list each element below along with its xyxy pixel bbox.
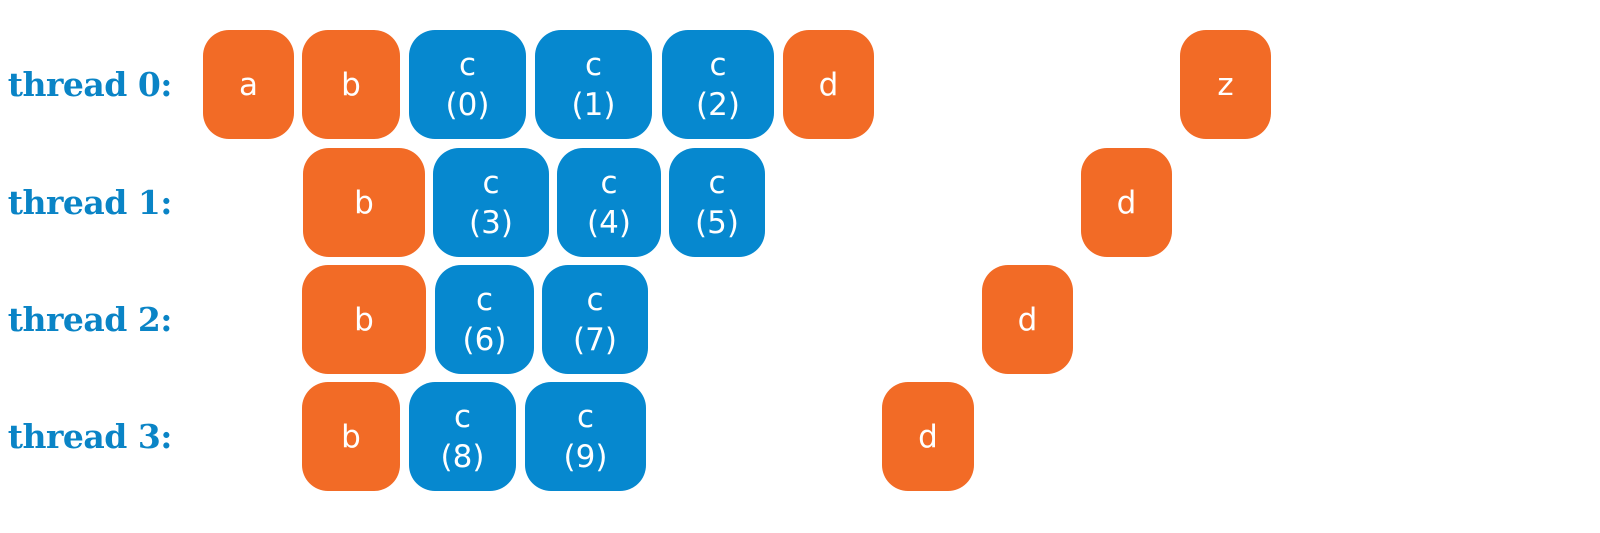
task-name: c [482, 164, 500, 201]
task-index: (8) [440, 438, 485, 475]
task-name: c [708, 164, 726, 201]
task-block-c: c (7) [542, 265, 648, 374]
task-name: c [586, 281, 604, 318]
task-block-z: z [1180, 30, 1271, 139]
task-block-c: c (5) [669, 148, 765, 257]
task-block-c: c (1) [535, 30, 652, 139]
task-block-d: d [882, 382, 974, 491]
task-name: b [354, 184, 374, 221]
task-name: c [576, 398, 595, 435]
task-name: d [1116, 184, 1137, 221]
task-name: z [1217, 66, 1234, 103]
task-name: b [354, 301, 374, 338]
task-index: (6) [462, 321, 507, 358]
thread-label: thread 3: [7, 416, 173, 456]
task-block-a: a [203, 30, 294, 139]
task-name: d [918, 418, 938, 455]
task-block-c: c (2) [662, 30, 774, 139]
task-name: c [600, 164, 618, 201]
task-index: (7) [573, 321, 617, 358]
task-index: (4) [587, 204, 631, 241]
thread-label: thread 0: [7, 64, 173, 104]
task-block-b: b [302, 30, 400, 139]
task-name: c [709, 46, 727, 83]
task-block-b: b [302, 265, 426, 374]
task-block-c: c (0) [409, 30, 526, 139]
task-name: d [1017, 301, 1038, 338]
task-name: b [341, 66, 361, 103]
thread-label: thread 2: [7, 299, 173, 339]
task-block-c: c (8) [409, 382, 516, 491]
task-name: c [584, 46, 603, 83]
task-block-b: b [302, 382, 400, 491]
task-block-c: c (6) [435, 265, 534, 374]
task-index: (3) [469, 204, 513, 241]
task-index: (1) [571, 86, 616, 123]
task-block-c: c (3) [433, 148, 549, 257]
task-block-c: c (9) [525, 382, 646, 491]
thread-label: thread 1: [7, 182, 173, 222]
task-block-c: c (4) [557, 148, 661, 257]
task-name: c [458, 46, 477, 83]
task-name: a [239, 66, 258, 103]
task-block-d: d [1081, 148, 1172, 257]
task-name: c [475, 281, 494, 318]
task-index: (2) [696, 86, 740, 123]
task-name: c [453, 398, 472, 435]
task-name: d [818, 66, 839, 103]
task-block-b: b [303, 148, 425, 257]
task-index: (0) [445, 86, 490, 123]
task-name: b [341, 418, 361, 455]
task-block-d: d [982, 265, 1073, 374]
task-block-d: d [783, 30, 874, 139]
task-index: (9) [563, 438, 608, 475]
task-index: (5) [695, 204, 739, 241]
